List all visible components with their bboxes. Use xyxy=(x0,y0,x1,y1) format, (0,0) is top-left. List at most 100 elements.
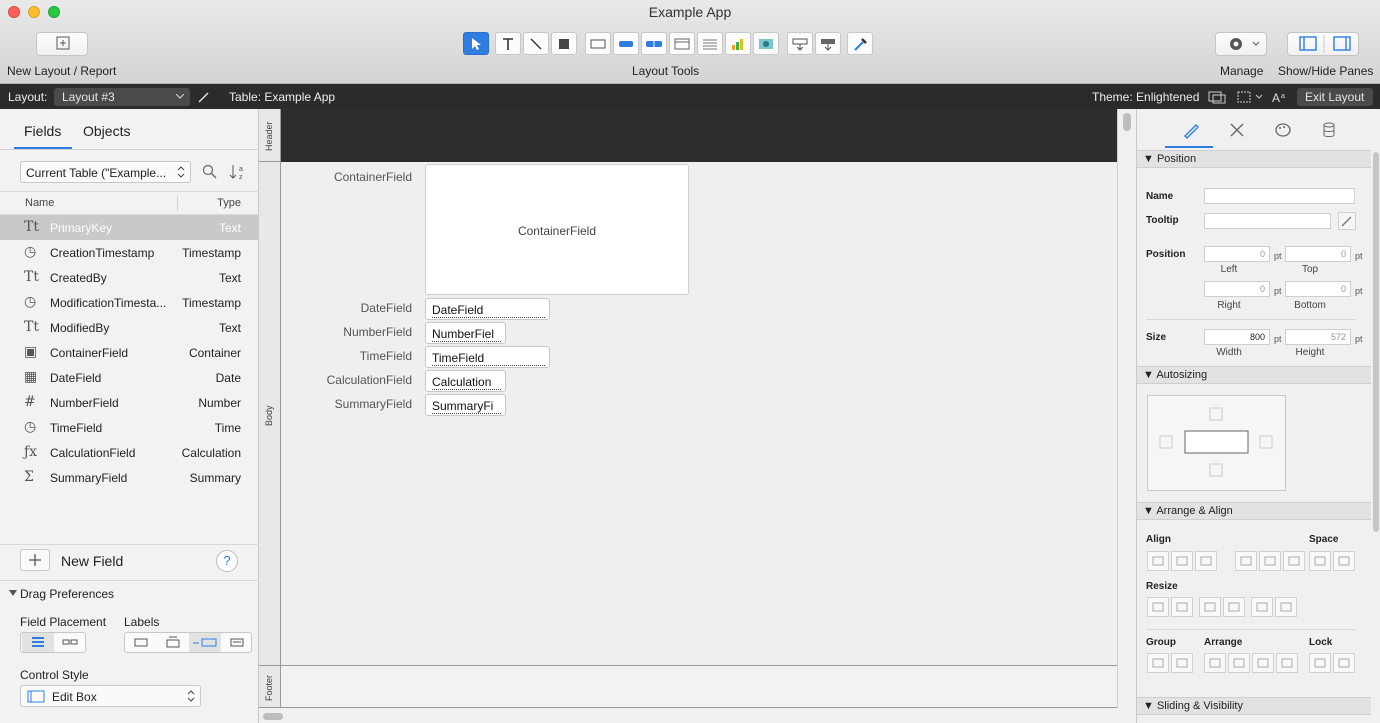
position-section-header[interactable]: ▼ Position xyxy=(1137,150,1371,168)
arrange-button[interactable] xyxy=(1252,653,1274,673)
layout-field[interactable]: Calculation xyxy=(425,370,506,392)
field-row[interactable]: Tt PrimaryKey Text xyxy=(0,215,259,240)
layout-select[interactable]: Layout #3 xyxy=(54,88,190,106)
field-placement-control[interactable] xyxy=(20,632,86,653)
layout-field[interactable]: TimeField xyxy=(425,346,550,368)
layout-field[interactable]: NumberFiel xyxy=(425,322,506,344)
autosizing-control[interactable] xyxy=(1147,395,1286,491)
align-button[interactable] xyxy=(1195,551,1217,571)
web-viewer-tool[interactable] xyxy=(753,32,779,55)
align-button[interactable] xyxy=(1283,551,1305,571)
header-part[interactable] xyxy=(281,109,1117,162)
resize-button[interactable] xyxy=(1199,597,1221,617)
data-tab-icon[interactable] xyxy=(1319,120,1339,140)
appearance-tab-icon[interactable] xyxy=(1273,120,1293,140)
footer-part[interactable] xyxy=(281,666,1117,708)
align-button[interactable] xyxy=(1171,551,1193,571)
autosizing-section-header[interactable]: ▼ Autosizing xyxy=(1137,366,1371,384)
field-row[interactable]: # NumberField Number xyxy=(0,390,259,415)
body-part-label[interactable]: Body xyxy=(259,162,281,666)
layout-field-label[interactable]: DateField xyxy=(281,301,412,315)
insert-part-tool[interactable] xyxy=(815,32,841,55)
lock-button[interactable] xyxy=(1333,653,1355,673)
shape-tool[interactable] xyxy=(551,32,577,55)
align-button[interactable] xyxy=(1147,551,1169,571)
bottom-input[interactable]: 0 xyxy=(1285,281,1351,297)
resize-button[interactable] xyxy=(1251,597,1273,617)
body-part[interactable] xyxy=(281,162,1117,666)
screen-size-icon[interactable] xyxy=(1236,89,1266,105)
container-field-label[interactable]: ContainerField xyxy=(281,170,412,184)
labels-control[interactable] xyxy=(124,632,252,653)
tab-control-tool[interactable] xyxy=(669,32,695,55)
inspector-scrollbar-thumb[interactable] xyxy=(1373,152,1379,532)
styles-tab-icon[interactable] xyxy=(1227,120,1247,140)
tooltip-input[interactable] xyxy=(1204,213,1331,229)
control-style-select[interactable]: Edit Box xyxy=(20,685,201,707)
resize-button[interactable] xyxy=(1275,597,1297,617)
chart-tool[interactable] xyxy=(725,32,751,55)
format-painter-tool[interactable] xyxy=(847,32,873,55)
layout-field-label[interactable]: SummaryField xyxy=(281,397,412,411)
button-tool[interactable] xyxy=(613,32,639,55)
height-input[interactable]: 572 xyxy=(1285,329,1351,345)
footer-part-label[interactable]: Footer xyxy=(259,666,281,708)
manage-button[interactable] xyxy=(1215,32,1267,56)
resize-button[interactable] xyxy=(1171,597,1193,617)
name-input[interactable] xyxy=(1204,188,1355,204)
lock-button[interactable] xyxy=(1309,653,1331,673)
space-button[interactable] xyxy=(1309,551,1331,571)
top-input[interactable]: 0 xyxy=(1285,246,1351,262)
field-row[interactable]: ◷ CreationTimestamp Timestamp xyxy=(0,240,259,265)
space-button[interactable] xyxy=(1333,551,1355,571)
pointer-tool[interactable] xyxy=(463,32,489,55)
container-field[interactable]: ContainerField xyxy=(425,164,689,295)
field-row[interactable]: ▦ DateField Date xyxy=(0,365,259,390)
layout-field[interactable]: DateField xyxy=(425,298,550,320)
help-button[interactable]: ? xyxy=(216,550,238,572)
align-button[interactable] xyxy=(1259,551,1281,571)
edit-layout-name-icon[interactable] xyxy=(197,90,211,104)
field-row[interactable]: Σ SummaryField Summary xyxy=(0,465,259,490)
insert-field-tool[interactable] xyxy=(787,32,813,55)
new-field-label[interactable]: New Field xyxy=(61,553,123,569)
disclosure-triangle-icon[interactable] xyxy=(9,589,17,597)
field-row[interactable]: Tt ModifiedBy Text xyxy=(0,315,259,340)
theme-icon[interactable] xyxy=(1207,89,1227,105)
layout-field[interactable]: SummaryFi xyxy=(425,394,506,416)
layout-field-label[interactable]: CalculationField xyxy=(281,373,412,387)
layout-canvas[interactable]: Header Body Footer ContainerField Contai… xyxy=(259,109,1136,723)
sliding-section-header[interactable]: ▼ Sliding & Visibility xyxy=(1137,697,1371,715)
sort-icon[interactable]: az xyxy=(228,162,250,182)
show-hide-panes-control[interactable] xyxy=(1287,32,1359,56)
align-button[interactable] xyxy=(1235,551,1257,571)
layout-field-label[interactable]: NumberField xyxy=(281,325,412,339)
field-row[interactable]: ◷ ModificationTimesta... Timestamp xyxy=(0,290,259,315)
tab-objects[interactable]: Objects xyxy=(83,123,130,139)
tab-fields[interactable]: Fields xyxy=(24,123,61,139)
layout-field-label[interactable]: TimeField xyxy=(281,349,412,363)
field-row[interactable]: ƒx CalculationField Calculation xyxy=(0,440,259,465)
search-icon[interactable] xyxy=(202,164,218,180)
field-tool[interactable] xyxy=(585,32,611,55)
button-bar-tool[interactable] xyxy=(641,32,667,55)
table-select[interactable]: Current Table ("Example... xyxy=(20,161,191,183)
arrange-button[interactable] xyxy=(1204,653,1226,673)
line-tool[interactable] xyxy=(523,32,549,55)
group-button[interactable] xyxy=(1147,653,1169,673)
vertical-scrollbar-thumb[interactable] xyxy=(1123,113,1131,131)
text-tool[interactable] xyxy=(495,32,521,55)
width-input[interactable]: 800 xyxy=(1204,329,1270,345)
exit-layout-button[interactable]: Exit Layout xyxy=(1297,88,1373,106)
add-field-button[interactable] xyxy=(20,549,50,571)
arrange-button[interactable] xyxy=(1228,653,1250,673)
right-input[interactable]: 0 xyxy=(1204,281,1270,297)
arrange-button[interactable] xyxy=(1276,653,1298,673)
font-icon[interactable]: Aa xyxy=(1271,89,1289,105)
arrange-section-header[interactable]: ▼ Arrange & Align xyxy=(1137,502,1371,520)
portal-tool[interactable] xyxy=(697,32,723,55)
header-part-label[interactable]: Header xyxy=(259,109,281,162)
field-row[interactable]: Tt CreatedBy Text xyxy=(0,265,259,290)
field-row[interactable]: ▣ ContainerField Container xyxy=(0,340,259,365)
new-layout-button[interactable] xyxy=(36,32,88,56)
